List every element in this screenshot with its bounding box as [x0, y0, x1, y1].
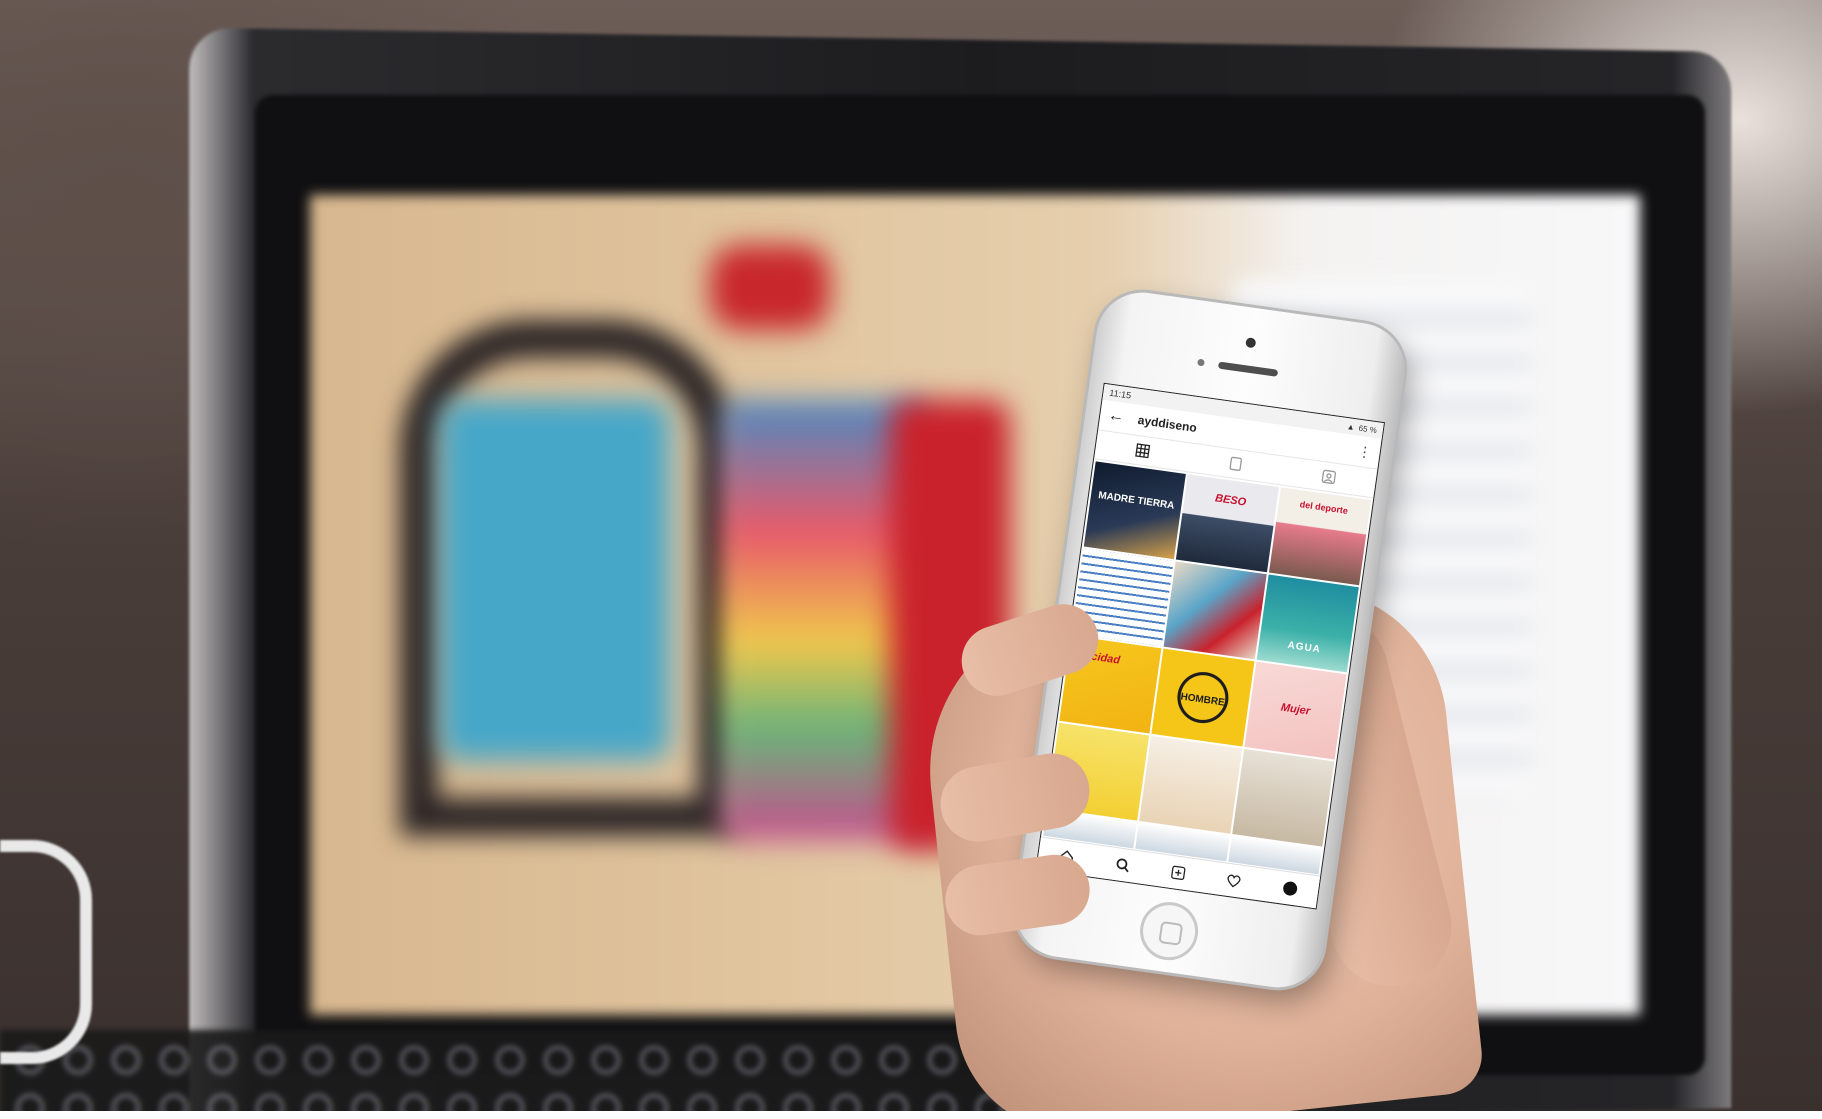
front-camera — [1245, 337, 1257, 349]
laptop-keyboard — [0, 1030, 1100, 1119]
post-tile[interactable] — [1163, 561, 1267, 660]
post-tile-text: AGUA — [1286, 639, 1322, 656]
post-tile-text — [1178, 576, 1261, 588]
search-icon[interactable] — [1110, 853, 1135, 878]
post-tile-text — [1153, 750, 1236, 762]
post-tile-text: del deporte — [1299, 499, 1349, 516]
back-arrow-icon[interactable]: ← — [1107, 407, 1125, 427]
post-tile-text — [1246, 763, 1329, 775]
posts-grid: MADRE TIERRA BESO del deporte AGUA Felic… — [1041, 459, 1373, 877]
grid-icon — [1135, 443, 1151, 459]
status-time: 11:15 — [1108, 387, 1132, 401]
blurred-logo — [710, 245, 830, 330]
blurred-book-blue — [440, 400, 670, 760]
battery-level: 65 % — [1358, 423, 1378, 435]
post-tile-text — [1086, 563, 1169, 575]
home-button[interactable] — [1136, 898, 1202, 964]
earpiece — [1217, 361, 1279, 377]
post-tile[interactable]: del deporte — [1268, 487, 1372, 586]
igtv-icon — [1229, 456, 1243, 471]
post-tile-text — [1061, 737, 1144, 749]
heart-icon[interactable] — [1222, 868, 1247, 893]
post-tile[interactable]: HOMBRE — [1151, 648, 1255, 747]
post-tile[interactable] — [1231, 748, 1335, 847]
post-tile[interactable]: BESO — [1176, 474, 1279, 573]
post-tile-text: HOMBRE — [1179, 691, 1226, 709]
more-vertical-icon[interactable]: ⋮ — [1357, 442, 1373, 461]
post-tile[interactable]: AGUA — [1256, 574, 1359, 673]
post-tile-text: Mujer — [1280, 701, 1311, 718]
profile-icon[interactable] — [1278, 876, 1303, 901]
post-tile-text: MADRE TIERRA — [1097, 490, 1176, 512]
profile-avatar — [1282, 880, 1298, 897]
status-indicators: ▲ 65 % — [1346, 422, 1377, 435]
add-icon[interactable] — [1166, 860, 1191, 885]
post-tile[interactable] — [1139, 735, 1242, 834]
background-photo: 11:15 ▲ 65 % ← ayddiseno ⋮ MADRE TIERRA … — [0, 0, 1822, 1119]
post-tile-text: BESO — [1214, 492, 1247, 509]
post-tile[interactable]: MADRE TIERRA — [1083, 461, 1187, 560]
tagged-icon — [1321, 469, 1337, 485]
post-tile[interactable]: Mujer — [1244, 661, 1347, 760]
proximity-sensor — [1197, 358, 1205, 367]
signal-icon: ▲ — [1346, 421, 1356, 432]
cable — [0, 840, 92, 1064]
